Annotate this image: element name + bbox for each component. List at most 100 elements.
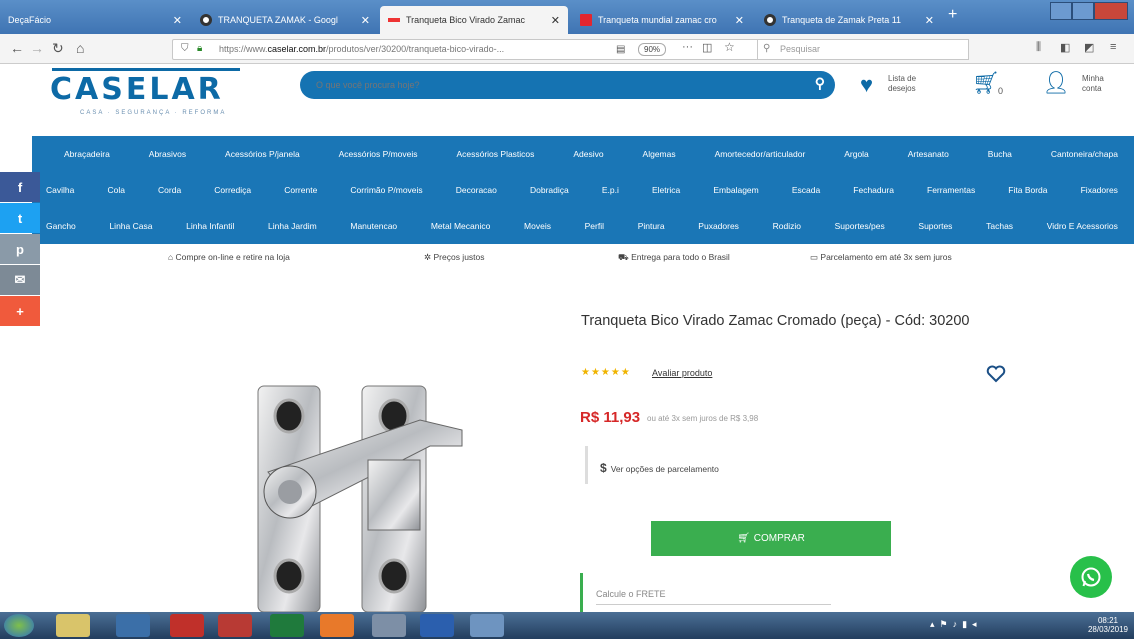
- product-image[interactable]: [240, 380, 470, 612]
- tab-5[interactable]: Tranqueta de Zamak Preta 11 ✕: [756, 6, 942, 34]
- zoom-level[interactable]: 90%: [638, 43, 667, 56]
- menu-item[interactable]: Algemas: [643, 149, 676, 159]
- close-tab-icon[interactable]: ✕: [735, 14, 744, 27]
- menu-item[interactable]: Corda: [158, 185, 181, 195]
- back-arrow-icon[interactable]: ←: [10, 40, 24, 56]
- word-icon[interactable]: [420, 614, 454, 637]
- menu-item[interactable]: Pintura: [638, 221, 665, 231]
- menu-item[interactable]: Eletrica: [652, 185, 680, 195]
- menu-item[interactable]: Decoracao: [456, 185, 497, 195]
- app-icon[interactable]: [218, 614, 252, 637]
- pocket-icon[interactable]: ◫: [702, 41, 712, 54]
- rate-product-link[interactable]: Avaliar produto: [652, 368, 712, 378]
- menu-item[interactable]: Linha Infantil: [186, 221, 234, 231]
- menu-item[interactable]: Puxadores: [698, 221, 739, 231]
- tab-4[interactable]: Tranqueta mundial zamac cro ✕: [572, 6, 752, 34]
- wishlist-link[interactable]: Lista de desejos: [888, 74, 916, 94]
- heart-icon[interactable]: ♥: [860, 74, 873, 96]
- menu-item[interactable]: Bucha: [988, 149, 1012, 159]
- menu-item[interactable]: Perfil: [585, 221, 604, 231]
- extension-icon[interactable]: ◩: [1084, 41, 1094, 54]
- menu-item[interactable]: Tachas: [986, 221, 1013, 231]
- menu-item[interactable]: Cavilha: [46, 185, 74, 195]
- menu-item[interactable]: Cola: [107, 185, 124, 195]
- menu-item[interactable]: Acessórios P/janela: [225, 149, 300, 159]
- menu-item[interactable]: Suportes: [918, 221, 952, 231]
- menu-item[interactable]: Metal Mecanico: [431, 221, 491, 231]
- menu-item[interactable]: Acessórios Plasticos: [456, 149, 534, 159]
- acrobat-icon[interactable]: [170, 614, 204, 637]
- reload-icon[interactable]: ↻: [52, 40, 64, 57]
- library-icon[interactable]: ⫼: [1036, 41, 1041, 54]
- menu-item[interactable]: Gancho: [46, 221, 76, 231]
- site-search-input[interactable]: [316, 77, 796, 93]
- menu-item[interactable]: Rodizio: [773, 221, 801, 231]
- menu-item[interactable]: Suportes/pes: [835, 221, 885, 231]
- menu-item[interactable]: Escada: [792, 185, 820, 195]
- close-tab-icon[interactable]: ✕: [361, 14, 370, 27]
- installment-options-link[interactable]: $ Ver opções de parcelamento: [600, 461, 719, 475]
- menu-item[interactable]: Adesivo: [573, 149, 603, 159]
- site-logo[interactable]: CASELAR: [50, 72, 224, 107]
- menu-item[interactable]: Embalagem: [713, 185, 758, 195]
- menu-item[interactable]: Corrente: [284, 185, 317, 195]
- menu-item[interactable]: Acessórios P/moveis: [339, 149, 418, 159]
- close-tab-icon[interactable]: ✕: [925, 14, 934, 27]
- menu-item[interactable]: Fechadura: [853, 185, 894, 195]
- menu-item[interactable]: Linha Casa: [109, 221, 152, 231]
- menu-item[interactable]: Moveis: [524, 221, 551, 231]
- maximize-button[interactable]: [1072, 2, 1094, 20]
- menu-item[interactable]: Fita Borda: [1008, 185, 1047, 195]
- search-icon[interactable]: ⚲: [815, 75, 825, 92]
- clock[interactable]: 08:21 28/03/2019: [1088, 616, 1128, 634]
- bookmark-star-icon[interactable]: ☆: [724, 40, 735, 54]
- tab-3-active[interactable]: Tranqueta Bico Virado Zamac ✕: [380, 6, 568, 34]
- menu-item[interactable]: Argola: [844, 149, 869, 159]
- buy-button[interactable]: 🛒︎ COMPRAR: [651, 521, 891, 556]
- menu-icon[interactable]: ≡: [1110, 41, 1116, 53]
- app-icon[interactable]: [372, 614, 406, 637]
- menu-item[interactable]: Linha Jardim: [268, 221, 317, 231]
- email-share-button[interactable]: ✉: [0, 265, 40, 295]
- browser-search-box[interactable]: ⚲ Pesquisar: [757, 39, 969, 60]
- menu-item[interactable]: Fixadores: [1081, 185, 1118, 195]
- tab-1[interactable]: DeçaFácio ✕: [0, 6, 190, 34]
- whatsapp-button[interactable]: [1070, 556, 1112, 598]
- account-link[interactable]: Minha conta: [1082, 74, 1104, 94]
- firefox-icon[interactable]: [320, 614, 354, 637]
- close-window-button[interactable]: [1094, 2, 1128, 20]
- twitter-share-button[interactable]: t: [0, 203, 40, 233]
- reader-view-icon[interactable]: ▤: [616, 44, 625, 55]
- facebook-share-button[interactable]: f: [0, 172, 40, 202]
- forward-arrow-icon[interactable]: →: [30, 40, 44, 56]
- menu-item[interactable]: Dobradiça: [530, 185, 569, 195]
- cart-icon[interactable]: 🛒︎: [972, 72, 1000, 94]
- file-explorer-icon[interactable]: [56, 614, 90, 637]
- menu-item[interactable]: Cantoneira/chapa: [1051, 149, 1118, 159]
- minimize-button[interactable]: [1050, 2, 1072, 20]
- menu-item[interactable]: Corrimão P/moveis: [350, 185, 422, 195]
- more-share-button[interactable]: +: [0, 296, 40, 326]
- menu-item[interactable]: Corrediça: [214, 185, 251, 195]
- user-icon[interactable]: 👤︎: [1042, 72, 1070, 94]
- page-actions-icon[interactable]: ···: [682, 41, 693, 53]
- excel-icon[interactable]: [270, 614, 304, 637]
- sidebar-icon[interactable]: ◧: [1060, 41, 1070, 54]
- tab-2[interactable]: TRANQUETA ZAMAK - Googl ✕: [192, 6, 378, 34]
- menu-item[interactable]: Manutencao: [350, 221, 397, 231]
- start-button[interactable]: [4, 614, 34, 637]
- pinterest-share-button[interactable]: p: [0, 234, 40, 264]
- menu-item[interactable]: Abraçadeira: [64, 149, 110, 159]
- menu-item[interactable]: Artesanato: [908, 149, 949, 159]
- menu-item[interactable]: E.p.i: [602, 185, 619, 195]
- media-player-icon[interactable]: [116, 614, 150, 637]
- menu-item[interactable]: Vidro E Acessorios: [1047, 221, 1118, 231]
- system-tray-icons[interactable]: ▴⚑♪▮◂: [930, 619, 982, 630]
- menu-item[interactable]: Ferramentas: [927, 185, 975, 195]
- app-icon[interactable]: [470, 614, 504, 637]
- new-tab-button[interactable]: +: [948, 6, 957, 24]
- close-tab-icon[interactable]: ✕: [173, 14, 182, 27]
- close-tab-icon[interactable]: ✕: [551, 14, 560, 27]
- heart-icon[interactable]: [986, 365, 1006, 383]
- home-icon[interactable]: ⌂: [76, 40, 84, 56]
